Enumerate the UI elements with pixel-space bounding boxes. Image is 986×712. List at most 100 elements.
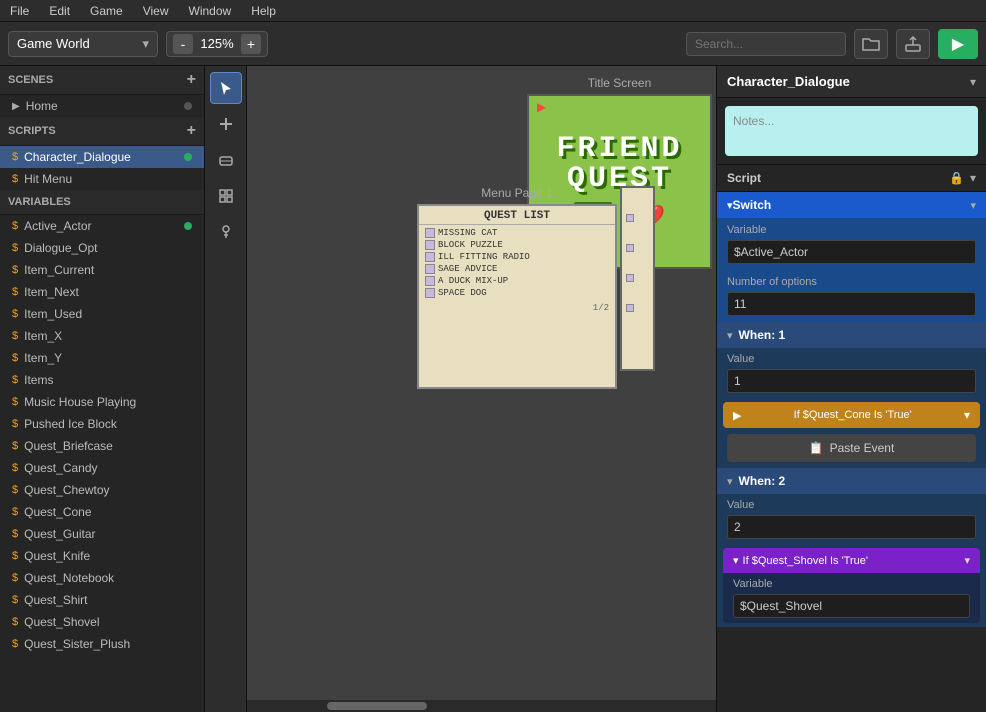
var-dollar-icon: $ [12, 396, 18, 408]
sidebar-item-var-4[interactable]: $Item_Used [0, 303, 204, 325]
num-options-input[interactable] [727, 292, 976, 316]
notes-area[interactable]: Notes... [725, 106, 978, 156]
quest-checkbox-1 [425, 240, 435, 250]
var-dollar-icon: $ [12, 264, 18, 276]
sidebar-item-var-13[interactable]: $Quest_Cone [0, 501, 204, 523]
if1-header[interactable]: ▶ If $Quest_Cone Is 'True' ▾ [723, 402, 980, 428]
side-dot-2 [626, 244, 634, 252]
if2-label: If $Quest_Shovel Is 'True' [743, 555, 965, 567]
menu-file[interactable]: File [4, 2, 35, 20]
play-button[interactable]: ▶ [938, 29, 978, 59]
sidebar-item-var-3[interactable]: $Item_Next [0, 281, 204, 303]
tile-tool-button[interactable] [210, 180, 242, 212]
sidebar-item-character-dialogue-label: Character_Dialogue [24, 150, 131, 164]
chevron-right-icon: ▶ [12, 101, 20, 112]
menu-view[interactable]: View [137, 2, 175, 20]
when2-header[interactable]: ▾ When: 2 [717, 468, 986, 494]
var-dollar-icon: $ [12, 528, 18, 540]
side-dot-3 [626, 274, 634, 282]
when1-value-input[interactable] [727, 369, 976, 393]
sidebar-item-var-1[interactable]: $Dialogue_Opt [0, 237, 204, 259]
sidebar-item-var-11[interactable]: $Quest_Candy [0, 457, 204, 479]
if1-options-icon[interactable]: ▾ [964, 408, 970, 422]
menu-page-label: Menu Page 1 [417, 186, 617, 200]
when1-header[interactable]: ▾ When: 1 [717, 322, 986, 348]
scenes-add-button[interactable]: + [187, 72, 196, 88]
sidebar-item-var-14[interactable]: $ Quest_Guitar [0, 523, 204, 545]
rp-collapse-icon[interactable]: ▾ [970, 75, 976, 89]
quest-item-4: A DUCK MIX-UP [425, 275, 609, 287]
sidebar-item-var-18[interactable]: $Quest_Shovel [0, 611, 204, 633]
var-label: Item_Used [24, 307, 82, 321]
cursor-tool-button[interactable] [210, 72, 242, 104]
sidebar-item-var-5[interactable]: $Item_X [0, 325, 204, 347]
menu-game[interactable]: Game [84, 2, 129, 20]
variable-select[interactable]: $Active_Actor [727, 240, 976, 264]
if2-options-icon[interactable]: ▾ [964, 554, 970, 567]
when1-value-label: Value [727, 353, 976, 365]
sidebar-item-var-16[interactable]: $Quest_Notebook [0, 567, 204, 589]
folder-icon-button[interactable] [854, 29, 888, 59]
scenes-section-header[interactable]: SCENES + [0, 66, 204, 95]
world-selector[interactable]: Game World ▾ [8, 31, 158, 57]
add-tool-button[interactable] [210, 108, 242, 140]
sidebar-item-var-8[interactable]: $Music House Playing [0, 391, 204, 413]
script-arrow-icon[interactable]: ▾ [970, 171, 976, 185]
menu-window[interactable]: Window [183, 2, 238, 20]
sidebar-item-var-9[interactable]: $Pushed Ice Block [0, 413, 204, 435]
when1-value-field: Value [717, 348, 986, 398]
sidebar-item-character-dialogue[interactable]: $ Character_Dialogue [0, 146, 204, 168]
canvas-horizontal-scrollbar[interactable] [247, 700, 716, 712]
sidebar-item-var-12[interactable]: $Quest_Chewtoy [0, 479, 204, 501]
var-dollar-icon: $ [12, 638, 18, 650]
canvas-area[interactable]: Title Screen ▶ FRIEND QUEST 🐕 → ❤️ [247, 66, 716, 712]
if1-label: If $Quest_Cone Is 'True' [794, 409, 912, 421]
sidebar-item-var-15[interactable]: $Quest_Knife [0, 545, 204, 567]
sidebar-item-var-2[interactable]: $Item_Current [0, 259, 204, 281]
variables-label: VARIABLES [8, 196, 71, 208]
sidebar-item-home[interactable]: ▶ Home [0, 95, 204, 117]
paste-event-button[interactable]: 📋 Paste Event [727, 434, 976, 462]
variables-section-header[interactable]: VARIABLES [0, 190, 204, 215]
quest-item-label-5: SPACE DOG [438, 288, 487, 298]
switch-options-icon[interactable]: ▾ [970, 199, 976, 212]
sidebar-item-hit-menu[interactable]: $ Hit Menu [0, 168, 204, 190]
sidebar-item-var-19[interactable]: $ Quest_Sister_Plush [0, 633, 204, 655]
quest-checkbox-0 [425, 228, 435, 238]
if2-header[interactable]: ▾ If $Quest_Shovel Is 'True' ▾ [723, 548, 980, 573]
sidebar-item-var-0[interactable]: $Active_Actor [0, 215, 204, 237]
var-dollar-icon: $ [12, 616, 18, 628]
menu-edit[interactable]: Edit [43, 2, 76, 20]
zoom-plus-button[interactable]: + [241, 34, 261, 54]
export-icon-button[interactable] [896, 29, 930, 59]
menu-page-box[interactable]: QUEST LIST MISSING CATBLOCK PUZZLEILL FI… [417, 204, 617, 389]
canvas-scrollbar-thumb[interactable] [327, 702, 427, 710]
search-input[interactable] [686, 32, 846, 56]
eraser-tool-button[interactable] [210, 144, 242, 176]
if1-block: ▶ If $Quest_Cone Is 'True' ▾ [723, 402, 980, 428]
var-dollar-icon: $ [12, 220, 18, 232]
var-label: Dialogue_Opt [24, 241, 97, 255]
var-dollar-icon: $ [12, 352, 18, 364]
paste-event-label: Paste Event [830, 441, 895, 455]
var-label: Quest_Sister_Plush [24, 637, 130, 651]
menu-help[interactable]: Help [245, 2, 282, 20]
sidebar-item-home-label: Home [26, 99, 58, 113]
when2-value-input[interactable] [727, 515, 976, 539]
sidebar-item-var-17[interactable]: $Quest_Shirt [0, 589, 204, 611]
switch-header[interactable]: ▾ Switch ▾ [717, 192, 986, 218]
zoom-minus-button[interactable]: - [173, 34, 193, 54]
paint-tool-button[interactable] [210, 216, 242, 248]
quest-checkbox-5 [425, 288, 435, 298]
if2-var-select[interactable]: $Quest_Shovel [733, 594, 970, 618]
scripts-add-button[interactable]: + [187, 123, 196, 139]
var-label: Quest_Guitar [24, 527, 95, 541]
toolbar: Game World ▾ - 125% + ▶ [0, 22, 986, 66]
sidebar-item-var-7[interactable]: $Items [0, 369, 204, 391]
menubar: File Edit Game View Window Help [0, 0, 986, 22]
sidebar-item-var-10[interactable]: $Quest_Briefcase [0, 435, 204, 457]
scripts-section-header[interactable]: SCRIPTS + [0, 117, 204, 146]
script-header: Script 🔒 ▾ [717, 164, 986, 192]
sidebar-item-var-6[interactable]: $Item_Y [0, 347, 204, 369]
paste-icon: 📋 [809, 441, 824, 455]
